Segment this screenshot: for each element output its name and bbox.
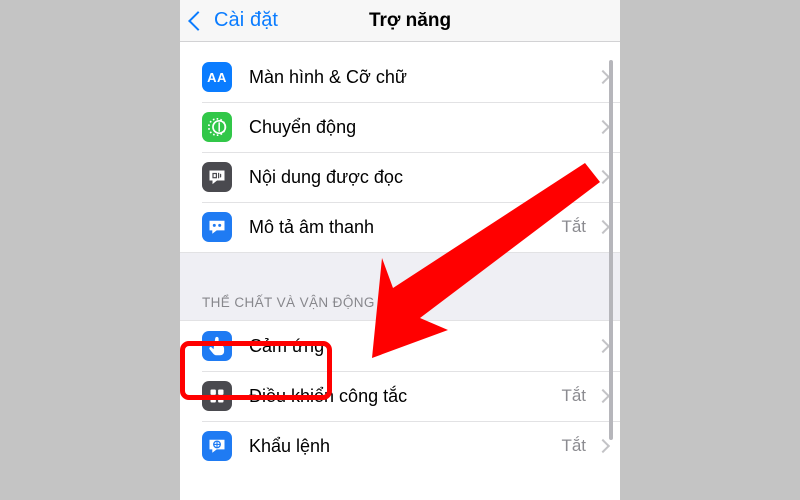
list-item-label: Chuyển động	[249, 116, 357, 137]
voice-control-icon-svg	[209, 439, 225, 453]
page-title: Trợ năng	[368, 9, 452, 31]
phone-screen: Cài đặt Trợ năng AA Màn hình & Cỡ chữ Ch…	[180, 0, 620, 500]
chevron-right-icon	[595, 438, 611, 454]
list-item-spoken-content[interactable]: Nội dung được đọc	[180, 152, 620, 202]
list-item-accessory	[586, 169, 620, 185]
section-header-label: THỂ CHẤT VÀ VẬN ĐỘNG	[202, 295, 375, 310]
chevron-right-icon	[595, 388, 611, 404]
list-item-display-text-size[interactable]: AA Màn hình & Cỡ chữ	[180, 52, 620, 102]
list-item-label: Khẩu lệnh	[249, 435, 331, 456]
list-top-gap	[180, 42, 620, 52]
touch-hand-icon-svg	[209, 336, 225, 356]
list-item-value: Tắt	[561, 386, 586, 405]
icon-glyph-aa: AA	[207, 69, 227, 85]
voice-control-icon	[202, 431, 232, 461]
chevron-right-icon	[595, 219, 611, 235]
list-item-label: Nội dung được đọc	[249, 166, 403, 187]
list-item-label: Điều khiển công tắc	[249, 385, 408, 406]
section-header-physical-motor: THỂ CHẤT VÀ VẬN ĐỘNG	[180, 252, 620, 321]
motion-icon-svg	[207, 117, 227, 137]
list-item-value: Tắt	[561, 217, 586, 236]
motion-icon	[202, 112, 232, 142]
spoken-content-icon	[202, 162, 232, 192]
list-item-audio-description[interactable]: Mô tả âm thanh Tắt	[180, 202, 620, 252]
settings-group-physical-motor: Cảm ứng Điều khiển công tắc Tắt Khẩu lện…	[180, 321, 620, 471]
list-item-label: Mô tả âm thanh	[249, 216, 375, 237]
vertical-scrollbar[interactable]	[609, 60, 613, 440]
audio-description-icon-svg	[209, 220, 225, 234]
settings-group-vision: AA Màn hình & Cỡ chữ Chuyển động Nội dun…	[180, 52, 620, 252]
chevron-right-icon	[595, 169, 611, 185]
spoken-content-icon-svg	[209, 170, 225, 185]
list-item-accessory	[586, 69, 620, 85]
list-item-accessory	[586, 338, 620, 354]
list-item-switch-control[interactable]: Điều khiển công tắc Tắt	[180, 371, 620, 421]
audio-description-icon	[202, 212, 232, 242]
list-item-value: Tắt	[561, 436, 586, 455]
list-item-accessory	[586, 119, 620, 135]
chevron-right-icon	[595, 119, 611, 135]
list-item-motion[interactable]: Chuyển động	[180, 102, 620, 152]
chevron-right-icon	[595, 338, 611, 354]
navigation-bar: Cài đặt Trợ năng	[180, 0, 620, 42]
switch-control-icon-svg	[210, 389, 224, 403]
touch-hand-icon	[202, 331, 232, 361]
list-item-touch[interactable]: Cảm ứng	[180, 321, 620, 371]
list-item-voice-control[interactable]: Khẩu lệnh Tắt	[180, 421, 620, 471]
switch-control-icon	[202, 381, 232, 411]
chevron-right-icon	[595, 69, 611, 85]
list-item-label: Màn hình & Cỡ chữ	[249, 66, 407, 87]
display-text-size-icon: AA	[202, 62, 232, 92]
list-item-label: Cảm ứng	[249, 335, 325, 356]
